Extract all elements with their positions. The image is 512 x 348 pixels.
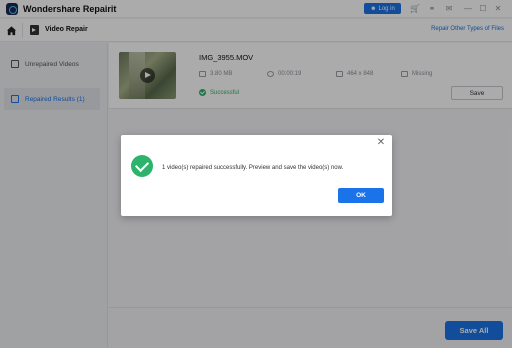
ok-button[interactable]: OK — [338, 188, 384, 203]
success-check-icon — [131, 155, 153, 177]
close-icon[interactable]: ✕ — [376, 138, 386, 148]
dialog-message: 1 video(s) repaired successfully. Previe… — [162, 165, 344, 171]
success-dialog: ✕ 1 video(s) repaired successfully. Prev… — [121, 135, 392, 216]
